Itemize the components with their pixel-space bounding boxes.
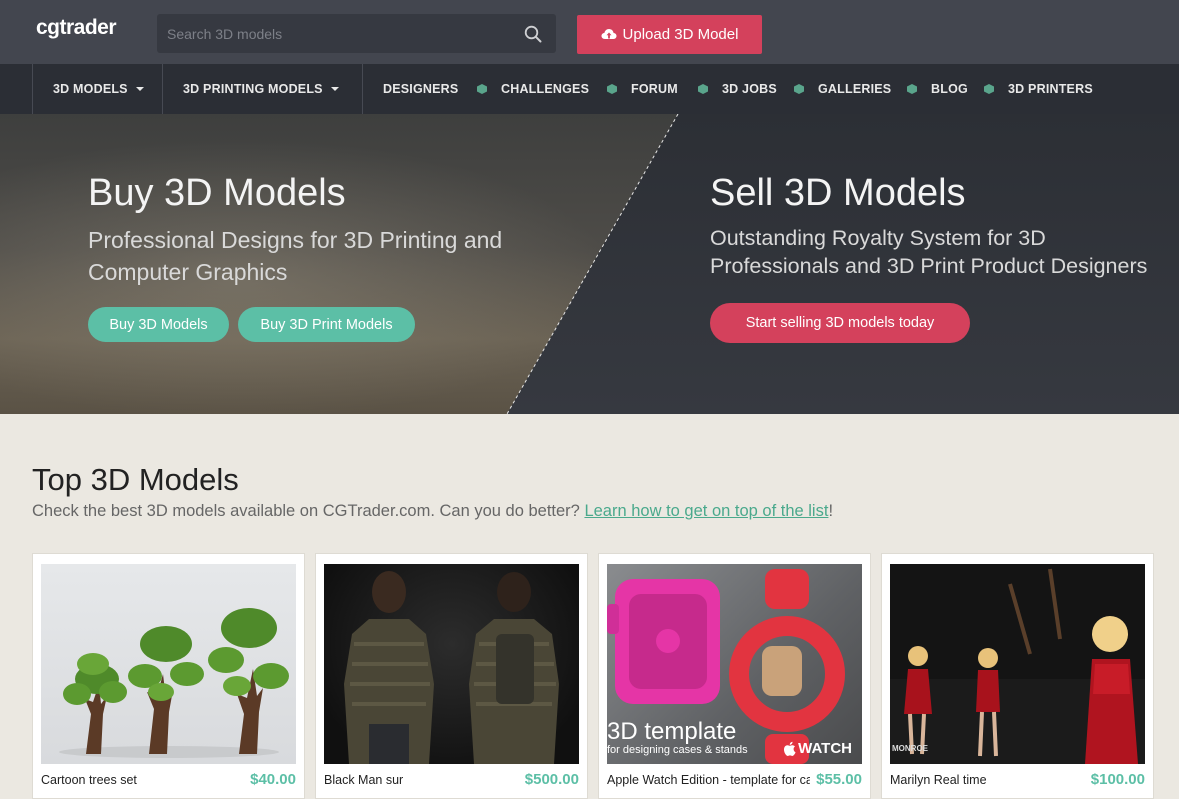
cartoon-trees-image: [59, 608, 289, 758]
nav-galleries[interactable]: GALLERIES: [818, 64, 891, 114]
model-card[interactable]: 3D template for designing cases & stands…: [598, 553, 871, 799]
nav-3d-printing-models-label: 3D PRINTING MODELS: [183, 82, 323, 96]
model-card[interactable]: Cartoon trees set $40.00: [32, 553, 305, 799]
model-title[interactable]: Marilyn Real time: [890, 773, 1090, 787]
buy-3d-models-button[interactable]: Buy 3D Models: [88, 307, 229, 342]
section-description-text: Check the best 3D models available on CG…: [32, 502, 585, 520]
watch-brand-text: WATCH: [783, 740, 852, 757]
model-price: $500.00: [524, 771, 579, 788]
model-thumbnail[interactable]: [324, 564, 579, 764]
buy-title: Buy 3D Models: [88, 172, 346, 214]
watch-brand-label: WATCH: [798, 740, 852, 757]
upload-3d-model-button[interactable]: Upload 3D Model: [577, 15, 762, 54]
model-card[interactable]: Black Man sur $500.00: [315, 553, 588, 799]
nav-blog[interactable]: BLOG: [931, 64, 968, 114]
hexagon-separator-icon: [984, 84, 994, 94]
hexagon-separator-icon: [698, 84, 708, 94]
nav-divider: [32, 64, 33, 114]
top-header: cgtrader Upload 3D Model: [0, 0, 1179, 64]
hexagon-separator-icon: [607, 84, 617, 94]
model-price: $55.00: [816, 771, 862, 788]
upload-label: Upload 3D Model: [622, 26, 739, 43]
search-box: [157, 14, 556, 53]
section-description-end: !: [828, 502, 834, 520]
cloud-upload-icon: [601, 28, 617, 39]
model-title[interactable]: Black Man sur: [324, 773, 524, 787]
model-card[interactable]: MONROE Marilyn Real time $100.00: [881, 553, 1154, 799]
marilyn-image: [890, 568, 1145, 764]
section-description: Check the best 3D models available on CG…: [32, 502, 833, 521]
buy-3d-print-models-button[interactable]: Buy 3D Print Models: [238, 307, 415, 342]
sell-title: Sell 3D Models: [710, 172, 966, 214]
nav-divider: [362, 64, 363, 114]
nav-3d-models[interactable]: 3D MODELS: [53, 64, 144, 114]
model-thumbnail[interactable]: 3D template for designing cases & stands…: [607, 564, 862, 764]
nav-forum[interactable]: FORUM: [631, 64, 678, 114]
hero-banner: Buy 3D Models Professional Designs for 3…: [0, 114, 1179, 414]
model-thumbnail[interactable]: MONROE: [890, 564, 1145, 764]
nav-challenges[interactable]: CHALLENGES: [501, 64, 589, 114]
nav-3d-printing-models[interactable]: 3D PRINTING MODELS: [183, 64, 339, 114]
logo[interactable]: cgtrader: [36, 16, 117, 40]
hexagon-separator-icon: [794, 84, 804, 94]
nav-3d-printers[interactable]: 3D PRINTERS: [1008, 64, 1093, 114]
buy-subtitle: Professional Designs for 3D Printing and…: [88, 227, 503, 285]
start-selling-button[interactable]: Start selling 3D models today: [710, 303, 970, 343]
hexagon-separator-icon: [477, 84, 487, 94]
main-nav: 3D MODELS 3D PRINTING MODELS DESIGNERS C…: [0, 64, 1179, 114]
caret-down-icon: [135, 87, 144, 91]
black-man-image: [344, 571, 559, 764]
model-price: $100.00: [1090, 771, 1145, 788]
template-overlay-subtitle: for designing cases & stands: [607, 744, 748, 756]
caret-down-icon: [330, 87, 339, 91]
section-title: Top 3D Models: [32, 462, 239, 497]
search-icon[interactable]: [524, 25, 542, 43]
nav-3d-jobs[interactable]: 3D JOBS: [722, 64, 777, 114]
learn-how-link[interactable]: Learn how to get on top of the list: [584, 502, 828, 520]
nav-3d-models-label: 3D MODELS: [53, 82, 128, 96]
model-title[interactable]: Cartoon trees set: [41, 773, 241, 787]
nav-divider: [162, 64, 163, 114]
search-input[interactable]: [157, 14, 517, 53]
template-overlay-title: 3D template: [607, 718, 737, 745]
monroe-overlay-text: MONROE: [892, 744, 928, 753]
hexagon-separator-icon: [907, 84, 917, 94]
model-price: $40.00: [250, 771, 296, 788]
nav-designers[interactable]: DESIGNERS: [383, 64, 458, 114]
model-title[interactable]: Apple Watch Edition - template for ca: [607, 773, 810, 787]
model-thumbnail[interactable]: [41, 564, 296, 764]
sell-subtitle: Outstanding Royalty System for 3D Profes…: [710, 226, 1148, 278]
apple-logo-icon: [784, 741, 796, 756]
